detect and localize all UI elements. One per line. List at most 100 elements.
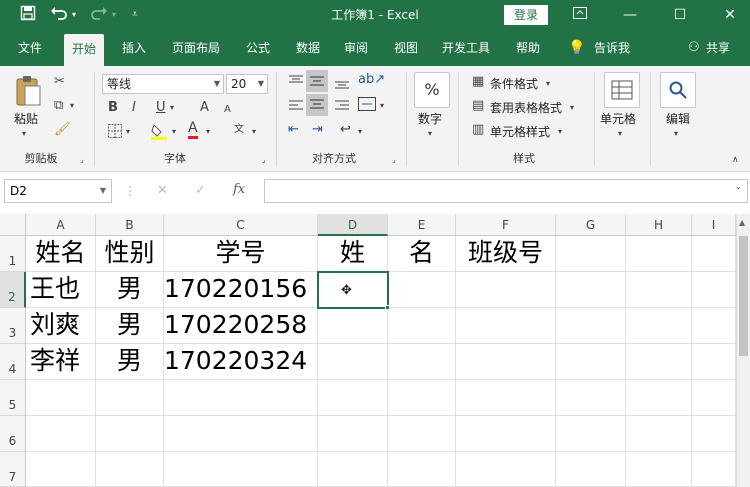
cell-i5[interactable] [692, 380, 736, 416]
copy-icon[interactable]: ⧉ [54, 98, 63, 114]
cell-c4[interactable]: 170220324 [164, 344, 318, 380]
cell-i7[interactable] [692, 452, 736, 487]
cells-icon[interactable] [604, 72, 640, 108]
increase-indent-icon[interactable]: ⇥ [312, 122, 323, 138]
login-button[interactable]: 登录 [504, 5, 548, 25]
tab-help[interactable]: 帮助 [516, 30, 540, 66]
cell-d6[interactable] [318, 416, 388, 452]
tab-formulas[interactable]: 公式 [246, 30, 270, 66]
font-color-dropdown-icon[interactable]: ▾ [206, 124, 210, 140]
format-painter-icon[interactable]: 🖌 [54, 122, 71, 138]
cell-c2[interactable]: 170220156 [164, 272, 318, 308]
cell-a2[interactable]: 王也 [26, 272, 96, 308]
vertical-scrollbar[interactable]: ▲ [736, 214, 750, 487]
column-header[interactable]: I [692, 214, 736, 236]
cell-f2[interactable] [456, 272, 556, 308]
row-header[interactable]: 6 [0, 416, 26, 452]
merge-dropdown-icon[interactable]: ▾ [380, 98, 384, 114]
minimize-icon[interactable]: — [610, 0, 650, 30]
cell-d4[interactable] [318, 344, 388, 380]
tab-review[interactable]: 审阅 [344, 30, 368, 66]
cell-i2[interactable] [692, 272, 736, 308]
grow-font-button[interactable]: A [200, 100, 209, 116]
phonetic-guide-icon[interactable]: 文 [234, 122, 244, 138]
column-header[interactable]: D [318, 214, 388, 236]
cell-f4[interactable] [456, 344, 556, 380]
cell-c5[interactable] [164, 380, 318, 416]
cell-f6[interactable] [456, 416, 556, 452]
cell-h5[interactable] [626, 380, 692, 416]
orientation-icon[interactable]: ab↗ [358, 72, 385, 88]
cell-d5[interactable] [318, 380, 388, 416]
cell-f3[interactable] [456, 308, 556, 344]
cell-h6[interactable] [626, 416, 692, 452]
fill-color-dropdown-icon[interactable]: ▾ [172, 124, 176, 140]
cell-styles-button[interactable]: 单元格样式 [490, 123, 550, 140]
underline-dropdown-icon[interactable]: ▾ [170, 100, 174, 116]
font-color-button[interactable]: A [188, 120, 198, 139]
cell-b6[interactable] [96, 416, 164, 452]
conditional-format-button[interactable]: 条件格式 [490, 75, 538, 92]
column-header[interactable]: H [626, 214, 692, 236]
cell-e5[interactable] [388, 380, 456, 416]
cell-e4[interactable] [388, 344, 456, 380]
row-header[interactable]: 7 [0, 452, 26, 487]
maximize-icon[interactable]: ☐ [660, 0, 700, 30]
number-format-button[interactable]: 数字 [418, 110, 442, 127]
cell-e3[interactable] [388, 308, 456, 344]
worksheet-grid[interactable]: A B C D E F G H I 1 2 3 4 5 6 7 姓名 性别 学号… [0, 214, 750, 487]
font-name-combo[interactable]: 等线 ▼ [102, 74, 224, 94]
paste-dropdown-icon[interactable]: ▾ [22, 126, 26, 142]
number-dropdown-icon[interactable]: ▾ [428, 126, 432, 142]
cell-a5[interactable] [26, 380, 96, 416]
cell-b4[interactable]: 男 [96, 344, 164, 380]
close-icon[interactable]: ✕ [710, 0, 750, 30]
cell-h7[interactable] [626, 452, 692, 487]
cell-a6[interactable] [26, 416, 96, 452]
cells-button[interactable]: 单元格 [600, 110, 636, 127]
tab-home[interactable]: 开始 [64, 34, 105, 66]
cell-b3[interactable]: 男 [96, 308, 164, 344]
column-header[interactable]: E [388, 214, 456, 236]
merge-center-icon[interactable] [358, 96, 376, 117]
cell-b7[interactable] [96, 452, 164, 487]
align-top-icon[interactable] [288, 74, 304, 95]
format-as-table-button[interactable]: 套用表格格式 [490, 99, 562, 116]
paste-icon[interactable] [14, 74, 42, 108]
tab-developer[interactable]: 开发工具 [442, 30, 490, 66]
cell-h1[interactable] [626, 236, 692, 272]
shrink-font-button[interactable]: A [224, 102, 231, 118]
phonetic-dropdown-icon[interactable]: ▾ [252, 124, 256, 140]
italic-button[interactable]: I [132, 100, 136, 116]
share-button[interactable]: 共享 [706, 30, 730, 66]
cell-e1[interactable]: 名 [388, 236, 456, 272]
cell-i3[interactable] [692, 308, 736, 344]
column-header[interactable]: B [96, 214, 164, 236]
wrap-dropdown-icon[interactable]: ▾ [358, 124, 362, 140]
cell-i6[interactable] [692, 416, 736, 452]
cell-g3[interactable] [556, 308, 626, 344]
align-left-icon[interactable] [288, 98, 304, 119]
cell-h3[interactable] [626, 308, 692, 344]
cell-b1[interactable]: 性别 [96, 236, 164, 272]
column-header[interactable]: G [556, 214, 626, 236]
row-header[interactable]: 5 [0, 380, 26, 416]
borders-dropdown-icon[interactable]: ▾ [126, 124, 130, 140]
row-header[interactable]: 3 [0, 308, 26, 344]
column-header[interactable]: A [26, 214, 96, 236]
cell-c3[interactable]: 170220258 [164, 308, 318, 344]
alignment-launcher-icon[interactable]: ⌟ [392, 152, 396, 168]
cell-i4[interactable] [692, 344, 736, 380]
enter-icon[interactable]: ✓ [195, 183, 206, 198]
cell-a3[interactable]: 刘爽 [26, 308, 96, 344]
underline-button[interactable]: U [156, 100, 166, 116]
expand-formula-icon[interactable]: ⌄ [734, 182, 742, 192]
cut-icon[interactable]: ✂ [54, 74, 65, 90]
copy-dropdown-icon[interactable]: ▾ [70, 98, 74, 114]
cell-g6[interactable] [556, 416, 626, 452]
cell-e2[interactable] [388, 272, 456, 308]
bold-button[interactable]: B [108, 100, 118, 116]
font-launcher-icon[interactable]: ⌟ [262, 152, 266, 168]
fill-color-icon[interactable] [150, 122, 168, 145]
row-header[interactable]: 2 [0, 272, 26, 308]
